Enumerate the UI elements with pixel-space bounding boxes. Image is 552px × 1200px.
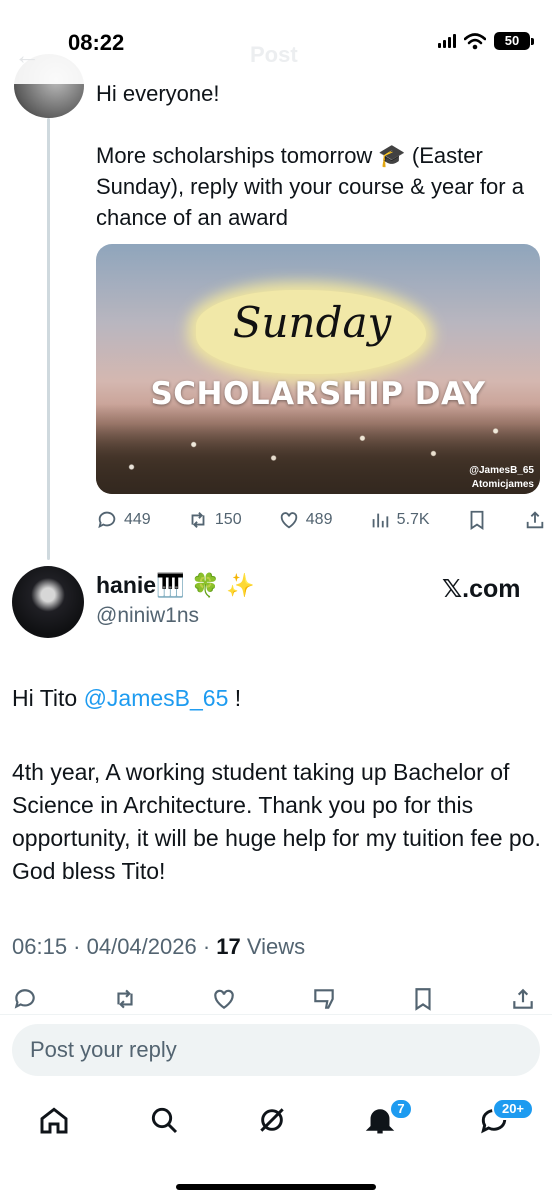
reply-greeting: Hi Tito @JamesB_65 !	[12, 682, 542, 715]
search-icon	[151, 1107, 178, 1134]
reply-placeholder: Post your reply	[30, 1037, 177, 1062]
mention-link[interactable]: @JamesB_65	[84, 685, 229, 711]
reply-tweet-actions	[12, 986, 536, 1012]
heart-icon	[280, 512, 298, 529]
tab-grok[interactable]	[256, 1104, 296, 1144]
reply-body: 4th year, A working student taking up Ba…	[12, 759, 541, 884]
repost-icon[interactable]	[112, 986, 138, 1012]
x-com-source-label: 𝕏.com	[442, 575, 521, 603]
reply-count: 449	[124, 511, 151, 528]
battery-icon: 50	[494, 32, 534, 50]
wifi-icon	[464, 32, 486, 49]
status-icons: 50	[438, 32, 534, 50]
share-icon[interactable]	[510, 986, 536, 1012]
repost-action[interactable]: 150	[187, 509, 242, 531]
reply-icon	[98, 511, 116, 529]
greeting-prefix: Hi Tito	[12, 685, 84, 711]
share-action[interactable]	[524, 509, 546, 531]
status-bar: ← Post 08:22 50	[0, 0, 552, 84]
repost-icon	[191, 512, 205, 528]
back-arrow-icon[interactable]: ←	[14, 40, 40, 71]
notifications-badge: 7	[389, 1098, 413, 1120]
tab-search[interactable]	[148, 1104, 188, 1144]
parent-tweet-actions: 449 150 489 5.7K	[96, 505, 546, 535]
views-chart-icon	[372, 513, 388, 528]
share-icon	[526, 511, 544, 529]
like-count: 489	[305, 511, 333, 528]
bookmark-icon[interactable]	[410, 986, 436, 1012]
like-action[interactable]: 489	[278, 509, 333, 531]
bookmark-icon	[470, 510, 484, 530]
greeting-suffix: !	[228, 685, 242, 711]
grok-icon	[260, 1108, 284, 1132]
tweet-meta: 06:15 · 04/04/2026 · 17 Views	[12, 934, 305, 960]
cellular-signal-icon	[438, 34, 456, 48]
thread-line	[47, 118, 50, 560]
parent-tweet-text: More scholarships tomorrow 🎓 (Easter Sun…	[96, 143, 524, 230]
heart-icon[interactable]	[211, 986, 237, 1012]
reply-author-avatar[interactable]	[12, 566, 84, 638]
views-count: 5.7K	[396, 511, 430, 528]
views-action[interactable]: 5.7K	[369, 509, 430, 531]
tweet-media-image[interactable]: Sunday SCHOLARSHIP DAY @JamesB_65 Atomic…	[96, 244, 540, 494]
reply-composer-input[interactable]: Post your reply	[12, 1024, 540, 1076]
media-watermark-twitter: @JamesB_65	[469, 465, 534, 476]
tab-home[interactable]	[38, 1104, 78, 1144]
tweet-timestamp[interactable]: 06:15 · 04/04/2026 ·	[12, 934, 216, 959]
reply-icon[interactable]	[12, 986, 38, 1012]
header-title: Post	[250, 42, 298, 67]
downvote-icon[interactable]	[311, 986, 337, 1012]
status-time: 08:22	[68, 30, 125, 55]
views-label: Views	[240, 934, 306, 959]
reply-action[interactable]: 449	[96, 509, 151, 531]
bookmark-action[interactable]	[466, 509, 488, 531]
repost-count: 150	[214, 511, 242, 528]
media-script-text: Sunday	[232, 298, 392, 347]
divider	[0, 1014, 552, 1015]
home-indicator	[176, 1184, 376, 1190]
messages-badge: 20+	[492, 1098, 534, 1120]
reply-author-name[interactable]: hanie🎹 🍀 ✨	[96, 572, 255, 599]
home-icon	[40, 1107, 68, 1134]
bottom-tab-bar: 7 20+	[0, 1090, 552, 1160]
views-number: 17	[216, 934, 241, 959]
reply-author-handle[interactable]: @niniw1ns	[96, 604, 199, 628]
media-watermark-youtube: Atomicjames	[471, 479, 534, 490]
